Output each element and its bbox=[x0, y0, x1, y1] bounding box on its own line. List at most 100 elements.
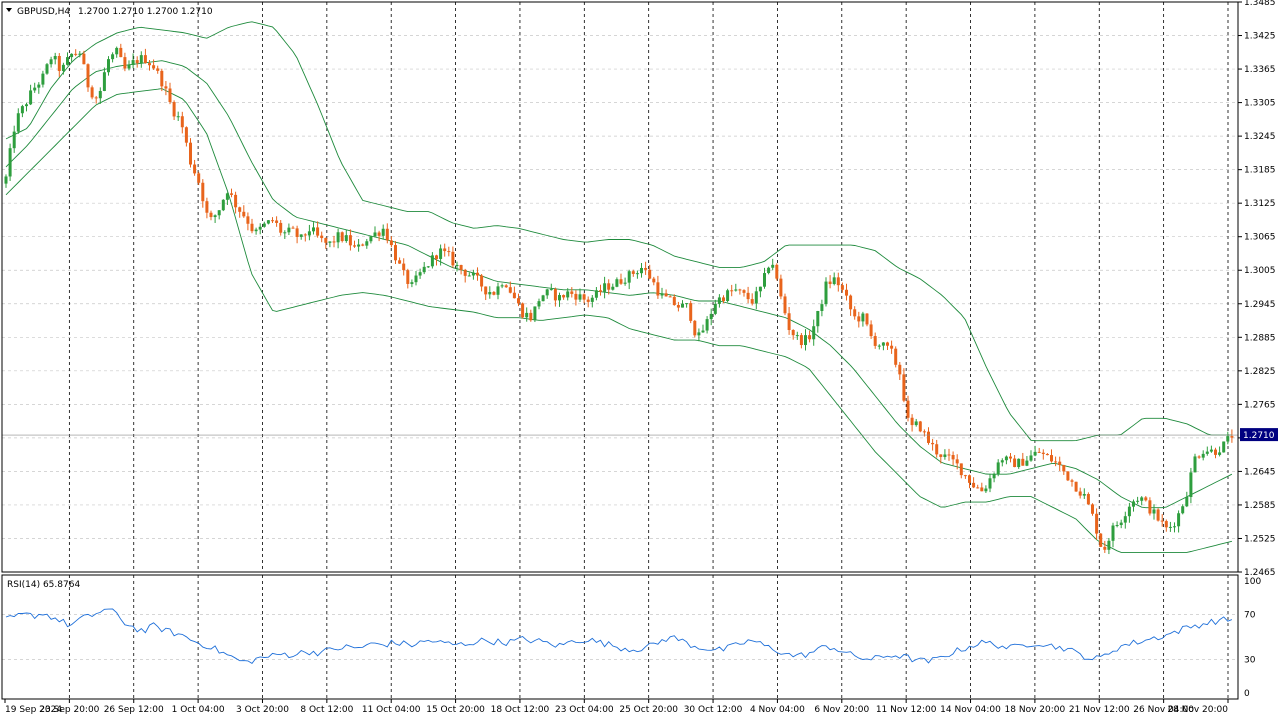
bear-candle-body bbox=[451, 251, 455, 266]
bear-candle-body bbox=[398, 260, 402, 264]
bear-candle-body bbox=[463, 269, 467, 276]
symbol-label: GBPUSD,H4 bbox=[17, 7, 70, 17]
bear-candle-body bbox=[385, 228, 389, 241]
bear-candle-body bbox=[160, 70, 164, 87]
bull-candle-body bbox=[328, 241, 332, 243]
bull-candle-body bbox=[467, 275, 471, 277]
bear-candle-body bbox=[746, 292, 750, 300]
bear-candle-body bbox=[586, 299, 590, 302]
price-tick-label: 1.3485 bbox=[1244, 0, 1276, 8]
bear-candle-body bbox=[648, 269, 652, 279]
bull-candle-body bbox=[299, 234, 303, 237]
period-separators bbox=[68, 2, 1229, 699]
time-tick-label: 26 Sep 12:00 bbox=[104, 705, 164, 715]
bull-candle-body bbox=[804, 335, 807, 346]
bull-candle-body bbox=[1181, 506, 1185, 514]
bear-candle-body bbox=[205, 201, 209, 213]
bull-candle-body bbox=[12, 131, 16, 149]
bull-candle-body bbox=[37, 84, 41, 88]
bear-candle-body bbox=[529, 312, 533, 321]
bear-candle-body bbox=[828, 281, 832, 285]
bear-candle-body bbox=[123, 57, 127, 69]
price-tick-label: 1.3065 bbox=[1244, 233, 1276, 243]
bull-candle-body bbox=[603, 283, 607, 292]
bull-candle-body bbox=[566, 291, 570, 298]
bear-candle-body bbox=[787, 313, 791, 331]
rsi-tick-label: 100 bbox=[1244, 577, 1261, 587]
time-tick-label: 21 Nov 12:00 bbox=[1069, 705, 1130, 715]
bull-candle-body bbox=[771, 264, 775, 268]
bull-candle-body bbox=[225, 193, 229, 200]
bear-candle-body bbox=[508, 287, 512, 293]
bull-candle-body bbox=[98, 90, 102, 99]
candlesticks bbox=[2, 43, 1238, 555]
bull-candle-body bbox=[107, 59, 110, 73]
bear-candle-body bbox=[951, 455, 955, 460]
bear-candle-body bbox=[1160, 520, 1164, 522]
bear-candle-body bbox=[570, 291, 574, 294]
bear-candle-body bbox=[86, 64, 90, 88]
time-tick-label: 23 Sep 20:00 bbox=[39, 705, 99, 715]
bull-candle-body bbox=[1115, 525, 1119, 527]
bear-candle-body bbox=[517, 298, 520, 304]
bull-candle-body bbox=[439, 248, 443, 259]
bull-candle-body bbox=[1111, 525, 1115, 541]
bear-candle-body bbox=[250, 223, 254, 232]
bear-candle-body bbox=[1095, 513, 1099, 534]
bear-candle-body bbox=[836, 277, 840, 286]
bear-candle-body bbox=[316, 227, 320, 236]
bear-candle-body bbox=[890, 345, 894, 349]
bull-candle-body bbox=[996, 462, 1000, 475]
bear-candle-body bbox=[242, 211, 246, 217]
bear-candle-body bbox=[353, 245, 356, 247]
bear-candle-body bbox=[291, 227, 295, 229]
price-tick-label: 1.3425 bbox=[1244, 32, 1276, 42]
bull-candle-body bbox=[611, 286, 615, 290]
bull-candle-body bbox=[344, 235, 348, 242]
time-tick-label: 30 Oct 12:00 bbox=[684, 705, 743, 715]
bull-candle-body bbox=[623, 282, 627, 284]
bear-candle-body bbox=[607, 283, 611, 290]
dropdown-triangle-icon[interactable] bbox=[6, 8, 12, 12]
price-tick-label: 1.3245 bbox=[1244, 132, 1276, 142]
rsi-label: RSI(14) 65.8764 bbox=[7, 580, 80, 590]
bull-candle-body bbox=[615, 279, 619, 287]
bull-candle-body bbox=[795, 335, 799, 337]
time-tick-label: 15 Oct 20:00 bbox=[426, 705, 485, 715]
bull-candle-body bbox=[1173, 526, 1176, 528]
bull-candle-body bbox=[488, 292, 492, 295]
bear-candle-body bbox=[972, 482, 976, 488]
bear-candle-body bbox=[1148, 500, 1152, 514]
price-tick-label: 1.3305 bbox=[1244, 99, 1276, 109]
bear-candle-body bbox=[574, 293, 578, 300]
bear-candle-body bbox=[553, 289, 557, 301]
bear-candle-body bbox=[894, 348, 898, 365]
bear-candle-body bbox=[947, 454, 951, 456]
time-tick-label: 11 Nov 12:00 bbox=[876, 705, 937, 715]
bull-candle-body bbox=[102, 72, 106, 91]
bear-candle-body bbox=[201, 182, 205, 202]
time-axis: 19 Sep 202423 Sep 20:00 26 Sep 12:00 1 Oct… bbox=[4, 699, 1229, 715]
rsi-axis: 100 70 30 0 bbox=[1244, 577, 1261, 699]
bear-candle-body bbox=[918, 421, 922, 432]
bear-candle-body bbox=[599, 290, 602, 292]
bull-candle-body bbox=[1140, 497, 1144, 501]
symbol-header[interactable]: GBPUSD,H4 1.2700 1.2710 1.2700 1.2710 bbox=[6, 7, 213, 17]
bear-candle-body bbox=[656, 282, 660, 296]
bull-candle-body bbox=[992, 474, 996, 479]
bull-candle-body bbox=[41, 73, 45, 85]
bull-candle-body bbox=[627, 271, 631, 283]
bull-candle-body bbox=[881, 342, 885, 346]
bear-candle-body bbox=[476, 272, 479, 276]
bear-candle-body bbox=[1041, 452, 1045, 454]
bear-candle-body bbox=[348, 235, 352, 246]
bear-candle-body bbox=[82, 53, 86, 65]
bull-candle-body bbox=[713, 303, 717, 314]
bull-candle-body bbox=[287, 227, 291, 233]
bull-candle-body bbox=[660, 293, 664, 296]
bear-candle-body bbox=[1070, 480, 1074, 482]
bear-candle-body bbox=[886, 342, 889, 346]
bull-candle-body bbox=[1193, 456, 1197, 473]
rsi-tick-label: 30 bbox=[1244, 655, 1256, 665]
price-axis: 1.3485 1.3425 1.3365 1.3305 1.3245 1.3185 1.31… bbox=[1238, 0, 1276, 578]
